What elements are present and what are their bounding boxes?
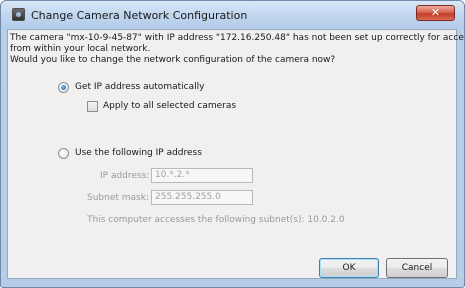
radio-use-following-ip[interactable] (58, 148, 69, 159)
camera-app-icon (12, 8, 25, 21)
message-text: The camera "mx-10-9-45-87" with IP addre… (10, 33, 465, 66)
cancel-button[interactable]: Cancel (386, 258, 448, 278)
checkbox-apply-all-label[interactable]: Apply to all selected cameras (103, 101, 236, 111)
radio-use-following-ip-label[interactable]: Use the following IP address (75, 148, 202, 158)
window-title: Change Camera Network Configuration (31, 9, 248, 22)
message-line-1: The camera "mx-10-9-45-87" with IP addre… (10, 33, 465, 43)
checkbox-apply-all[interactable] (87, 101, 98, 112)
radio-get-ip-auto-label[interactable]: Get IP address automatically (75, 82, 204, 92)
message-line-2: from within your local network. (10, 44, 151, 54)
ip-address-field[interactable]: 10.*.2.* (151, 168, 253, 183)
subnet-info-text: This computer accesses the following sub… (87, 215, 345, 225)
subnet-mask-label: Subnet mask: (87, 193, 149, 203)
message-line-3: Would you like to change the network con… (10, 55, 336, 65)
ip-address-label: IP address: (100, 171, 150, 181)
radio-get-ip-auto[interactable] (58, 82, 69, 93)
ok-button[interactable]: OK (319, 258, 379, 278)
subnet-mask-field[interactable]: 255.255.255.0 (151, 190, 253, 205)
close-icon: ✕ (430, 6, 441, 19)
dialog-window: Change Camera Network Configuration ✕ Th… (0, 0, 465, 288)
title-bar[interactable]: Change Camera Network Configuration ✕ (1, 1, 464, 28)
dialog-body: The camera "mx-10-9-45-87" with IP addre… (7, 29, 465, 279)
close-button[interactable]: ✕ (416, 5, 455, 21)
